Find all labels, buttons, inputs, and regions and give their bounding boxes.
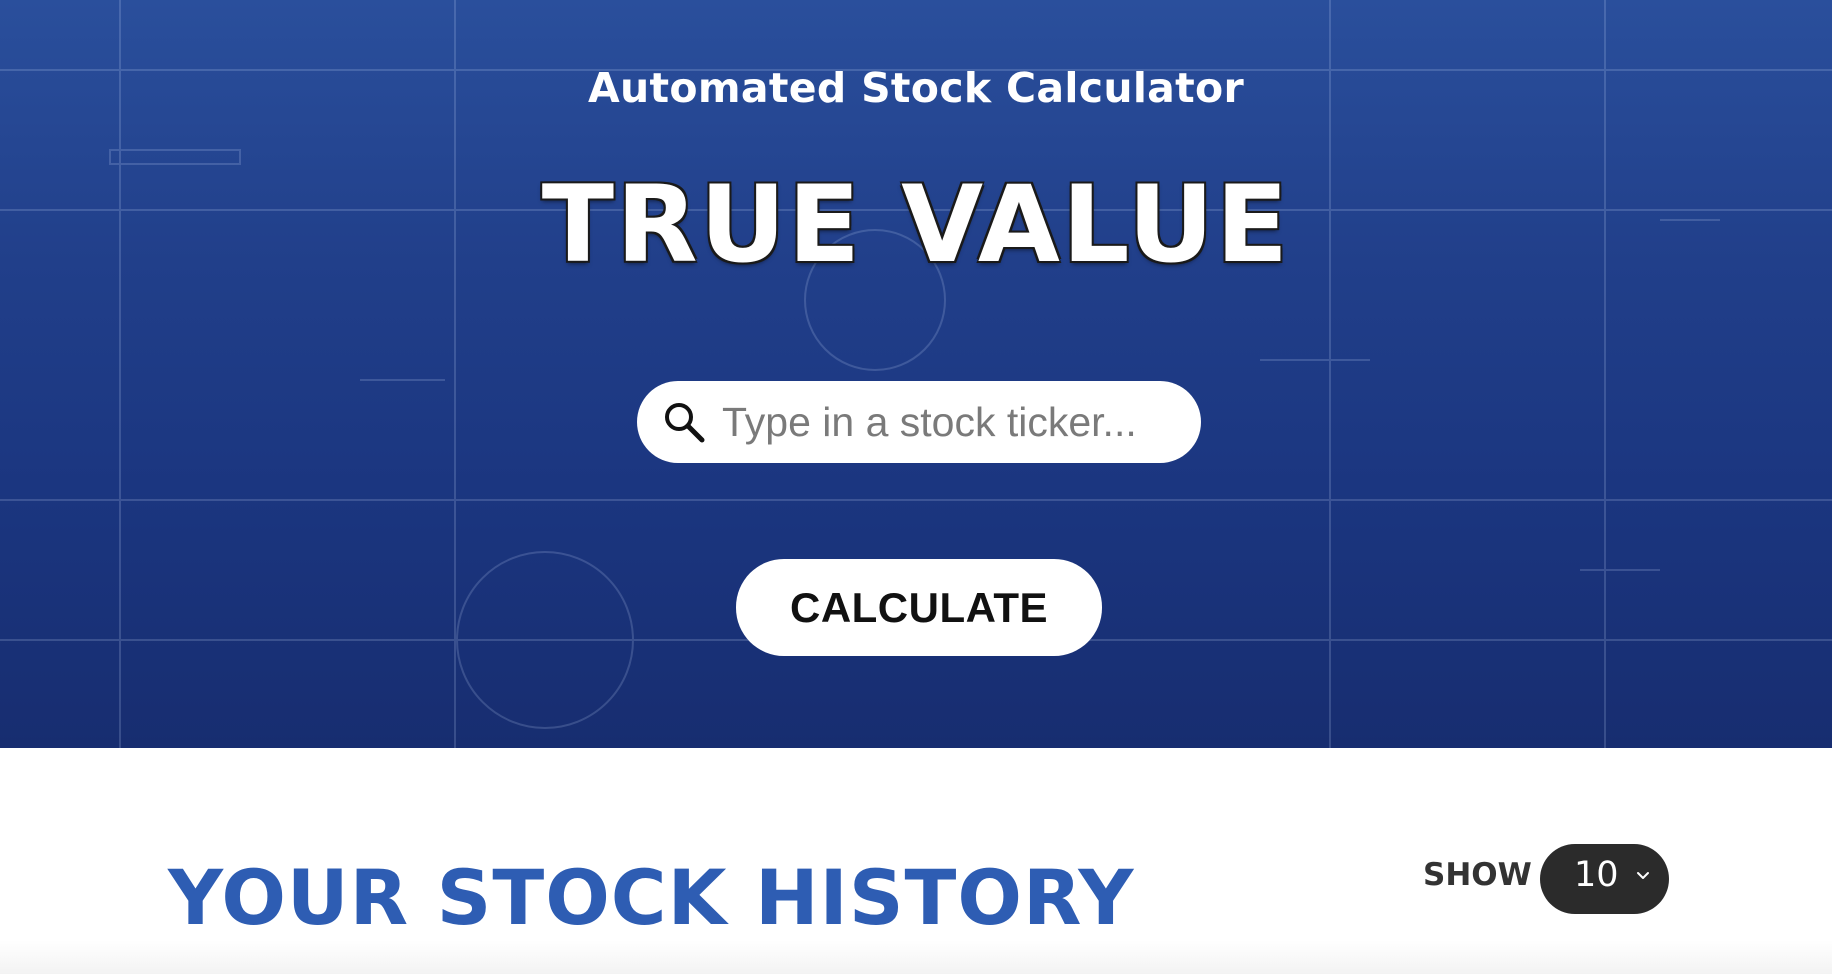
hero-subtitle: Automated Stock Calculator (587, 64, 1245, 112)
show-label: SHOW (1423, 857, 1532, 893)
show-count-value: 10 (1574, 855, 1619, 895)
hero-banner: Automated Stock Calculator TRUE VALUE CA… (0, 0, 1832, 748)
stock-ticker-input[interactable] (722, 392, 1182, 452)
stock-history-heading: YOUR STOCK HISTORY (168, 853, 1135, 942)
calculate-button[interactable]: CALCULATE (736, 559, 1102, 656)
page-title: TRUE VALUE (541, 163, 1291, 286)
chevron-down-icon (1637, 872, 1649, 879)
section-fade (0, 940, 1832, 974)
show-count-select[interactable]: 10 (1540, 844, 1669, 914)
search-box[interactable] (637, 381, 1201, 463)
search-icon (660, 398, 708, 446)
